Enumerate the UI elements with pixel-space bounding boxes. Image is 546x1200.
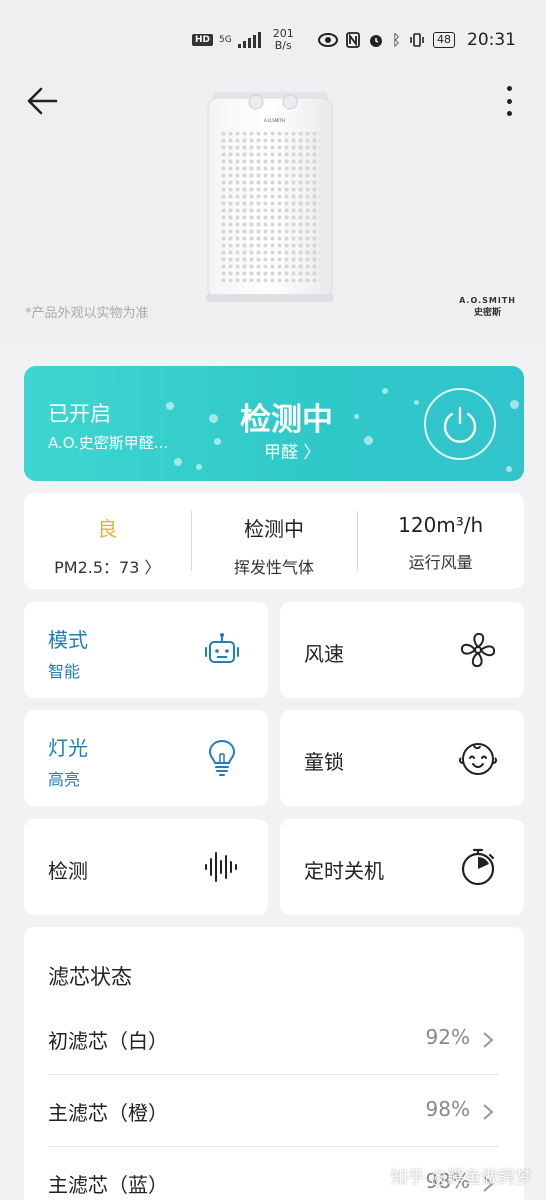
bulb-icon [208, 739, 236, 776]
timer-off-tile[interactable]: 定时关机 [280, 819, 524, 915]
metric-voc: 检测中 挥发性气体 [190, 493, 358, 589]
detect-target-link[interactable]: 甲醛 〉 [264, 438, 320, 463]
svg-text:A.O.SMITH: A.O.SMITH [264, 118, 285, 123]
baby-face-icon [458, 743, 498, 775]
air-quality-value: 良 [97, 517, 118, 541]
device-name[interactable]: A.O.史密斯甲醛... [48, 432, 168, 453]
child-lock-label: 童锁 [304, 750, 344, 774]
timer-off-label: 定时关机 [304, 859, 384, 883]
vibrate-icon [410, 33, 424, 47]
net-speed: 201 B/s [273, 28, 294, 52]
clock: 20:31 [467, 30, 516, 50]
voc-value: 检测中 [244, 517, 304, 541]
purifier-image: A.O.SMITH [206, 92, 334, 302]
chevron-right-icon [483, 1104, 494, 1120]
fan-icon [460, 632, 496, 668]
device-status-card: 已开启 A.O.史密斯甲醛... 检测中 甲醛 〉 [24, 366, 524, 481]
fan-speed-label: 风速 [304, 642, 344, 666]
network-type: 5G [219, 34, 232, 45]
nfc-icon [346, 32, 360, 48]
filter-percent: 92% [425, 1025, 470, 1049]
filter-name: 主滤芯（橙） [48, 1101, 168, 1125]
metric-air-quality[interactable]: 良 PM2.5：73 〉 [24, 493, 191, 589]
child-lock-tile[interactable]: 童锁 [280, 710, 524, 806]
voc-label: 挥发性气体 [234, 558, 315, 577]
air-metrics-card: 良 PM2.5：73 〉 检测中 挥发性气体 120m³/h 运行风量 [24, 493, 524, 589]
status-right: ᛒ 48 20:31 [317, 30, 516, 50]
brand-cn: 史密斯 [474, 308, 502, 318]
more-vert-icon[interactable] [506, 86, 512, 116]
mode-label: 模式 [48, 628, 88, 652]
watermark: 知乎 @鳄鱼做鳄梦 [390, 1168, 532, 1188]
back-arrow-icon[interactable] [26, 86, 60, 116]
filter-name: 初滤芯（白） [48, 1029, 168, 1053]
filter-row-main-orange[interactable]: 主滤芯（橙） 98% [48, 1075, 498, 1147]
light-label: 灯光 [48, 736, 88, 760]
airflow-label: 运行风量 [408, 553, 473, 572]
filter-name: 主滤芯（蓝） [48, 1173, 168, 1197]
power-state-label: 已开启 [48, 402, 111, 426]
battery-indicator: 48 [433, 32, 455, 48]
detection-tile[interactable]: 检测 [24, 819, 268, 915]
alarm-icon [369, 35, 382, 47]
metric-airflow: 120m³/h 运行风量 [357, 493, 524, 589]
filter-status-card: 滤芯状态 初滤芯（白） 92% 主滤芯（橙） 98% 主滤芯（蓝） 98% [24, 927, 524, 1200]
power-button[interactable] [424, 388, 496, 460]
eye-icon [317, 33, 338, 47]
signal-icon [237, 32, 261, 48]
filter-status-title: 滤芯状态 [48, 965, 132, 989]
light-tile[interactable]: 灯光 高亮 [24, 710, 268, 806]
net-speed-unit: B/s [274, 39, 292, 52]
detect-state: 检测中 [240, 402, 333, 438]
disclaimer-text: *产品外观以实物为准 [25, 306, 149, 321]
filter-percent: 98% [425, 1097, 470, 1121]
airflow-value: 120m³/h [398, 513, 484, 537]
robot-icon [205, 633, 239, 663]
light-value: 高亮 [48, 770, 81, 789]
mode-tile[interactable]: 模式 智能 [24, 602, 268, 698]
status-bar: HD 5G 201 B/s ᛒ 48 20:31 [0, 0, 546, 80]
mode-value: 智能 [48, 662, 81, 681]
brand-en: A.O.SMITH [459, 296, 516, 305]
brand-logo: A.O.SMITH 史密斯 [459, 296, 516, 318]
timer-icon [461, 848, 495, 886]
power-icon [443, 406, 477, 443]
status-left: HD 5G 201 B/s [192, 28, 294, 52]
detection-label: 检测 [48, 859, 88, 883]
soundwave-icon [205, 852, 237, 882]
hd-badge: HD [192, 34, 214, 46]
filter-row-primary-white[interactable]: 初滤芯（白） 92% [48, 1003, 498, 1075]
pm25-reading: PM2.5：73 〉 [54, 558, 161, 577]
bluetooth-icon: ᛒ [391, 31, 401, 49]
chevron-right-icon [483, 1032, 494, 1048]
fan-speed-tile[interactable]: 风速 [280, 602, 524, 698]
